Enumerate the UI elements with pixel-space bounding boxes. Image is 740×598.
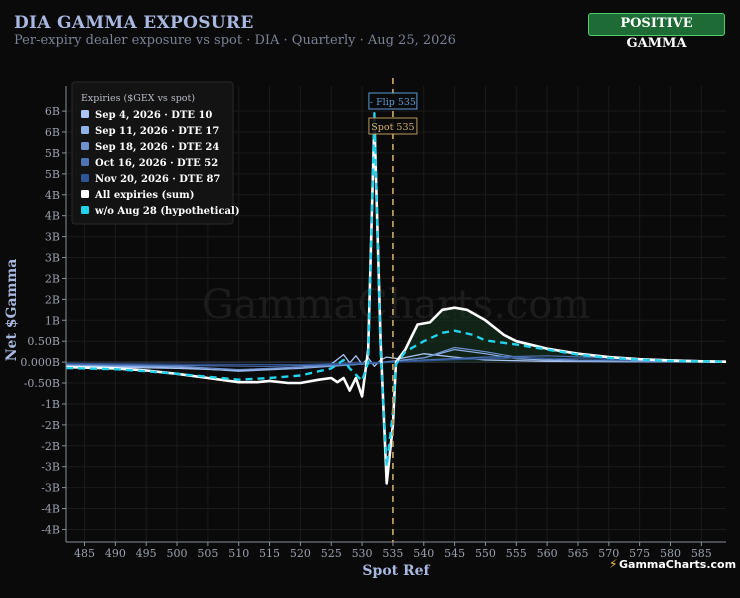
legend-swatch bbox=[81, 190, 89, 198]
brand-label: GammaCharts.com bbox=[619, 558, 736, 571]
y-tick-label: 1B bbox=[45, 314, 60, 327]
x-axis-label: Spot Ref bbox=[362, 563, 430, 579]
y-tick-label: -3B bbox=[41, 461, 60, 474]
flip-label: - Flip 535 bbox=[370, 97, 416, 108]
legend-swatch bbox=[81, 126, 89, 134]
x-tick-label: 490 bbox=[105, 547, 126, 560]
y-axis-label: Net $Gamma bbox=[4, 259, 20, 362]
x-tick-label: 530 bbox=[352, 547, 373, 560]
legend-item: w/o Aug 28 (hypothetical) bbox=[94, 206, 240, 217]
y-tick-label: 2B bbox=[45, 272, 60, 285]
x-tick-label: 505 bbox=[197, 547, 218, 560]
y-tick-label: -2B bbox=[41, 440, 60, 453]
y-tick-label: 6B bbox=[45, 126, 60, 139]
y-tick-label: -3B bbox=[41, 482, 60, 495]
legend-swatch bbox=[81, 174, 89, 182]
y-tick-label: -1B bbox=[41, 398, 60, 411]
x-tick-label: 510 bbox=[228, 547, 249, 560]
y-tick-label: 3B bbox=[45, 252, 60, 265]
y-tick-label: 4B bbox=[45, 189, 60, 202]
spot-label: Spot 535 bbox=[371, 122, 414, 133]
y-tick-label: -0.50B bbox=[24, 377, 60, 390]
y-tick-label: 0.50B bbox=[27, 335, 60, 348]
x-tick-label: 560 bbox=[537, 547, 558, 560]
x-tick-label: 555 bbox=[506, 547, 527, 560]
x-tick-label: 535 bbox=[382, 547, 403, 560]
legend-swatch bbox=[81, 206, 89, 214]
legend-item: Sep 18, 2026 · DTE 24 bbox=[95, 142, 219, 153]
legend: Expiries ($GEX vs spot) Sep 4, 2026 · DTE… bbox=[71, 81, 240, 225]
legend-item: Sep 11, 2026 · DTE 17 bbox=[95, 126, 219, 137]
x-tick-label: 540 bbox=[413, 547, 434, 560]
x-tick-label: 525 bbox=[321, 547, 342, 560]
legend-item: All expiries (sum) bbox=[94, 190, 194, 201]
legend-swatch bbox=[81, 142, 89, 150]
legend-swatch bbox=[81, 158, 89, 166]
y-tick-label: -4B bbox=[41, 523, 60, 536]
gamma-chart: GammaCharts.com 485 490 495 500 505 510 515 520… bbox=[4, 78, 736, 579]
y-tick-label: 3B bbox=[45, 231, 60, 244]
legend-item: Oct 16, 2026 · DTE 52 bbox=[95, 158, 218, 169]
legend-title: Expiries ($GEX vs spot) bbox=[81, 93, 195, 104]
bolt-icon: ⚡ bbox=[609, 557, 617, 571]
legend-item: Nov 20, 2026 · DTE 87 bbox=[95, 174, 220, 185]
y-tick-label: 5B bbox=[45, 147, 60, 160]
watermark: GammaCharts.com bbox=[202, 282, 591, 328]
x-tick-label: 500 bbox=[167, 547, 188, 560]
x-tick-label: 550 bbox=[475, 547, 496, 560]
x-tick-label: 485 bbox=[74, 547, 95, 560]
y-tick-label: 4B bbox=[45, 210, 60, 223]
legend-swatch bbox=[81, 110, 89, 118]
x-tick-label: 515 bbox=[259, 547, 280, 560]
y-tick-label: 5B bbox=[45, 168, 60, 181]
y-tick-label: -2B bbox=[41, 419, 60, 432]
legend-item: Sep 4, 2026 · DTE 10 bbox=[95, 110, 212, 121]
y-tick-label: 6B bbox=[45, 105, 60, 118]
y-tick-label: 2B bbox=[45, 293, 60, 306]
x-tick-label: 545 bbox=[444, 547, 465, 560]
x-tick-label: 495 bbox=[136, 547, 157, 560]
x-tick-label: 520 bbox=[290, 547, 311, 560]
y-tick-label: 0.000B bbox=[20, 356, 60, 369]
y-tick-label: -4B bbox=[41, 503, 60, 516]
x-tick-label: 565 bbox=[567, 547, 588, 560]
